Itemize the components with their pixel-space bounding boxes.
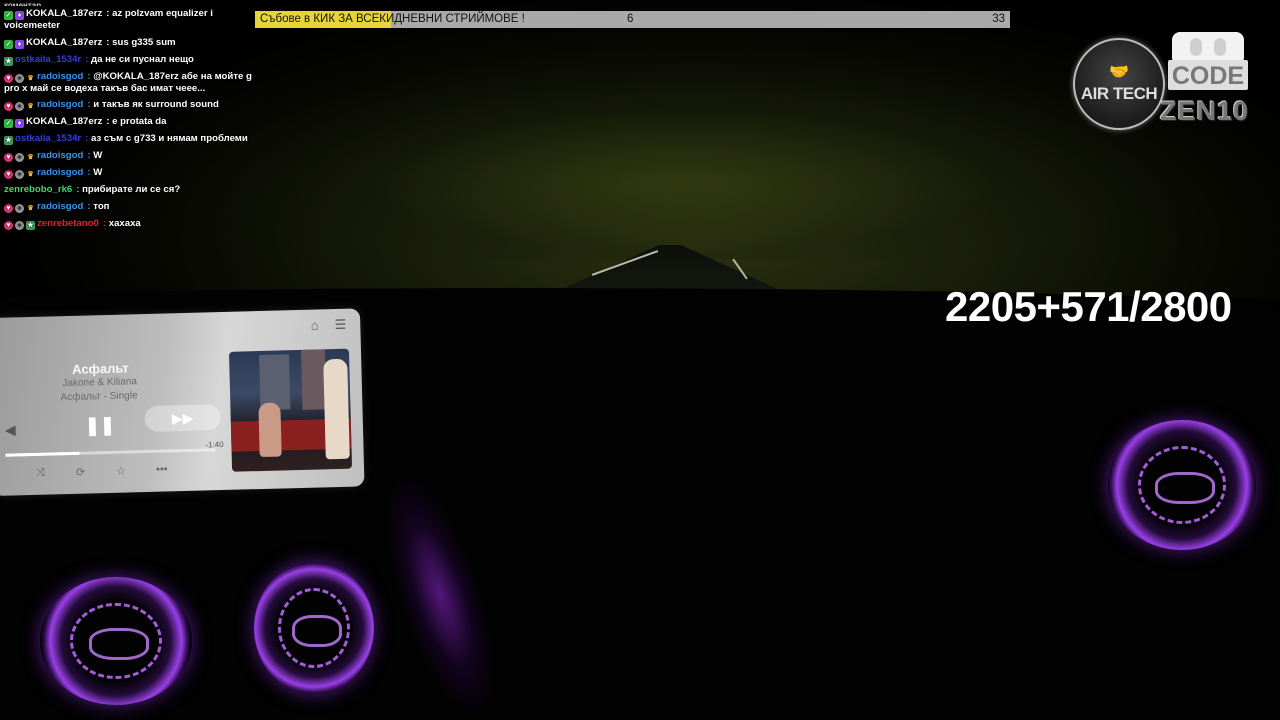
chat-message: ♥ ● ♛ radoisgod: W [4,165,254,182]
crown-badge-icon: ♛ [27,103,34,110]
chat-username[interactable]: KOKALA_187erz [26,8,102,19]
album-art-building [300,349,327,410]
chat-message: ★ ostkaila_1534r: аз съм с g733 и нямам п… [4,131,254,148]
song-artist: Jakone & Kiliana [62,376,138,390]
chat-text: хахаха [108,217,141,229]
code-label: CODE [1168,60,1248,90]
previous-track-icon[interactable]: ◀ [5,421,16,438]
subscriber-badge-icon: ★ [4,56,13,66]
chat-username[interactable]: zenrebetano0 [37,218,99,229]
chat-username[interactable]: radoisgod [37,201,83,212]
chat-message: ♥ ● ♛ radoisgod: и такъв як surround sound [4,97,254,114]
chat-list: ✓ ♦ KOKALA_187erz: az polzvam equalizer i … [4,6,254,233]
air-tech-logo: 🤝 AIR TECH [1073,38,1165,130]
more-options-icon[interactable]: ••• [156,463,168,475]
chat-text: W [93,150,103,161]
chat-message: ♥ ● ♛ radoisgod: топ [4,199,254,216]
air-tech-label: AIR TECH [1080,84,1158,103]
queue-list-icon[interactable]: ☰ [334,317,346,332]
air-vent-right [1108,420,1256,550]
goal-counter: 2205+571/2800 [945,283,1232,330]
chat-message: ✓ ♦ KOKALA_187erz: e protata da [4,114,254,131]
chat-message: ♥ ● ♛ radoisgod: W [4,148,254,165]
song-album: Асфальт - Single [60,390,138,404]
star-icon[interactable]: ☆ [116,465,126,478]
crown-badge-icon: ♛ [27,204,34,212]
chat-text: и такъв як surround sound [93,99,219,110]
zen-code-label: ZEN10 [1160,96,1250,126]
heart-badge-icon: ♥ [4,73,13,83]
sub-goal-text: Събове в КИК ЗА ВСЕКИДНЕВНИ СТРИЙМОВЕ ! [260,13,525,25]
album-art [228,348,353,472]
fast-forward-icon: ▶▶ [171,409,194,427]
bits-badge-icon: ● [15,203,24,213]
subscriber-badge-icon: ★ [26,220,35,230]
heart-badge-icon: ♥ [4,170,13,179]
song-title: Асфальт [71,360,129,377]
verified-badge-icon: ✓ [4,39,13,49]
chat-text: e protata da [112,116,167,127]
shuffle-icon[interactable]: ⤨ [36,467,45,480]
chat-message: ✓ ♦ KOKALA_187erz: az polzvam equalizer i … [4,6,254,35]
verified-badge-icon: ✓ [4,119,13,128]
prime-badge-icon: ♦ [15,39,24,49]
playback-progress-bar[interactable] [5,448,216,457]
bits-badge-icon: ● [15,102,24,111]
album-art-building [259,354,291,411]
sub-goal-target: 33 [992,13,1005,25]
chat-text: W [93,167,103,178]
prime-badge-icon: ♦ [15,11,24,20]
bits-badge-icon: ● [15,73,24,83]
chat-text: аз съм с g733 и нямам проблеми [91,133,248,144]
bits-badge-icon: ● [15,153,24,162]
heart-badge-icon: ♥ [4,203,13,213]
chat-username[interactable]: radoisgod [37,99,83,110]
chat-username[interactable]: ostkaila_1534r [15,54,81,65]
chat-message: ♥ ● ♛ radoisgod: @KOKALA_187erz абе на мойт… [4,69,254,98]
air-vent-left [40,577,192,705]
airplay-icon[interactable]: ⌂ [311,317,319,332]
chat-username[interactable]: radoisgod [37,71,83,82]
chat-message: ♥ ● ★ zenrebetano0: хахаха [4,216,254,233]
chat-username[interactable]: ostkaila_1534r [15,133,81,144]
verified-badge-icon: ✓ [4,11,13,20]
chat-username[interactable]: radoisgod [37,150,83,161]
air-vent-center [254,562,374,694]
heart-badge-icon: ♥ [4,153,13,162]
chat-username[interactable]: radoisgod [37,167,83,178]
bits-badge-icon: ● [15,170,24,179]
subscriber-badge-icon: ★ [4,136,13,145]
chat-text: прибирате ли се ся? [82,184,181,195]
sub-goal-bar: Събове в КИК ЗА ВСЕКИДНЕВНИ СТРИЙМОВЕ ! … [255,11,1010,28]
chat-username[interactable]: KOKALA_187erz [26,37,102,48]
chat-message: ✓ ♦ KOKALA_187erz: sus g335 sum [4,35,254,52]
chat-text: да не си пуснал нещо [91,53,194,65]
earbuds-icon [1172,32,1244,62]
crown-badge-icon: ♛ [27,74,34,82]
heart-badge-icon: ♥ [4,220,13,230]
chat-username[interactable]: zenrebobo_rk6 [4,184,72,195]
sub-goal-current: 6 [627,13,634,25]
chat-text: sus g335 sum [112,36,176,48]
screen-top-icons: ⌂ ☰ [295,317,347,334]
next-track-button[interactable]: ▶▶ [144,404,222,433]
chat-text: топ [93,200,110,212]
crown-badge-icon: ♛ [27,154,34,161]
album-art-person [323,358,350,460]
chat-message: ★ ostkaila_1534r: да не си пуснал нещо [4,52,254,69]
car-media-screen: ⌂ ☰ Асфальт Jakone & Kiliana Асфальт - Si… [0,308,365,496]
crown-badge-icon: ♛ [27,171,34,178]
bits-badge-icon: ● [15,220,24,230]
pause-icon[interactable]: ❚❚ [85,415,116,437]
handshake-icon: 🤝 [1109,64,1129,81]
album-art-person [258,402,282,458]
chat-message: zenrebobo_rk6: прибирате ли се ся? [4,182,254,199]
playback-progress-fill [5,451,80,457]
repeat-icon[interactable]: ⟳ [76,466,86,479]
time-remaining: -1:40 [205,439,224,450]
prime-badge-icon: ♦ [15,119,24,128]
chat-panel: коментар ✓ ♦ KOKALA_187erz: az polzvam equ… [4,0,254,233]
chat-username[interactable]: KOKALA_187erz [26,116,102,127]
heart-badge-icon: ♥ [4,102,13,111]
